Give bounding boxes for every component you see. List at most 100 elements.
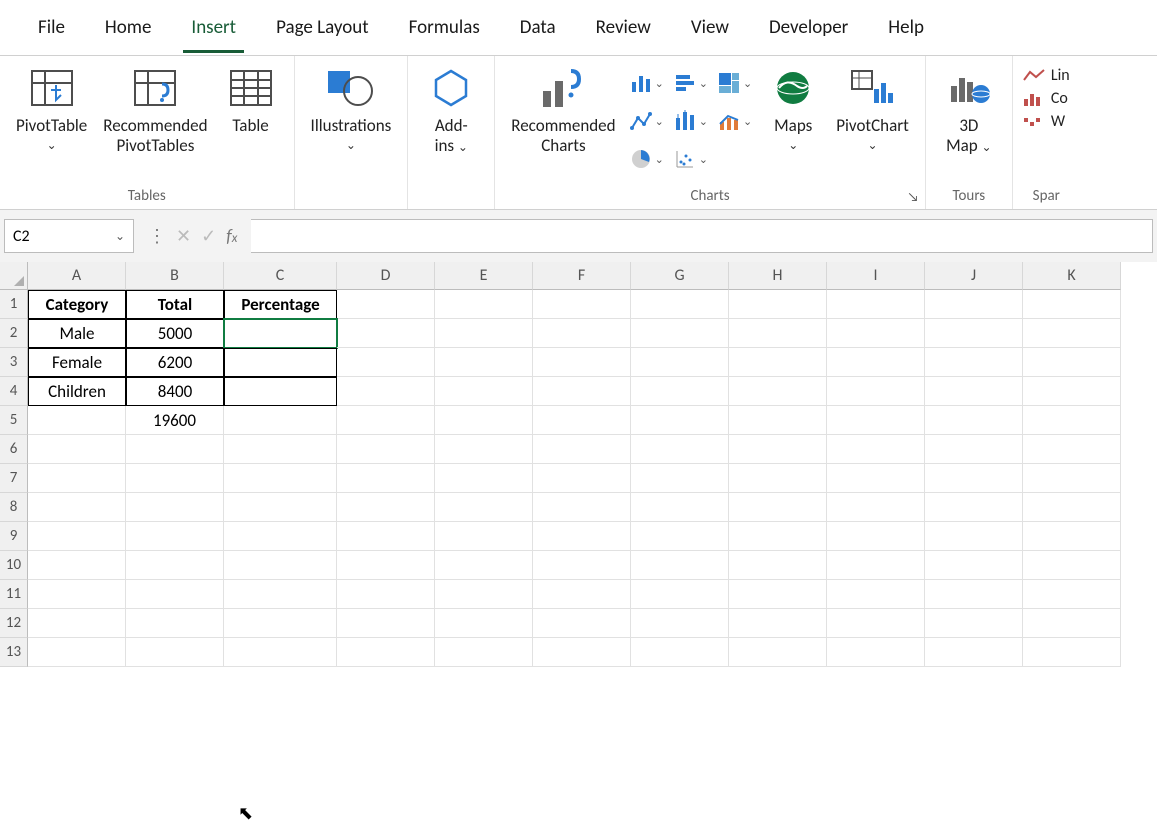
- select-all-corner[interactable]: [0, 262, 28, 290]
- cell[interactable]: [827, 609, 925, 638]
- cell[interactable]: [533, 377, 631, 406]
- tab-page-layout[interactable]: Page Layout: [256, 2, 389, 53]
- cell[interactable]: [435, 580, 533, 609]
- chevron-down-icon[interactable]: ⌄: [115, 229, 125, 244]
- cell[interactable]: [925, 290, 1023, 319]
- table-button[interactable]: Table: [216, 62, 286, 185]
- row-header[interactable]: 11: [0, 580, 28, 609]
- sparkline-column-button[interactable]: Co: [1023, 89, 1070, 108]
- cell[interactable]: [224, 406, 337, 435]
- cell[interactable]: [631, 319, 729, 348]
- cell[interactable]: [533, 580, 631, 609]
- cell[interactable]: [126, 522, 224, 551]
- cell[interactable]: [827, 551, 925, 580]
- cell[interactable]: [337, 609, 435, 638]
- cell[interactable]: [1023, 493, 1121, 522]
- cell[interactable]: [126, 638, 224, 667]
- cell[interactable]: [1023, 551, 1121, 580]
- cell[interactable]: 6200: [126, 348, 224, 377]
- cell[interactable]: [337, 464, 435, 493]
- col-header-k[interactable]: K: [1023, 262, 1121, 290]
- tab-formulas[interactable]: Formulas: [389, 2, 500, 53]
- cell[interactable]: [337, 406, 435, 435]
- cell[interactable]: [729, 580, 827, 609]
- cell[interactable]: Children: [28, 377, 126, 406]
- maps-button[interactable]: Maps ⌄: [758, 62, 828, 185]
- cell[interactable]: [126, 551, 224, 580]
- tab-view[interactable]: View: [671, 2, 749, 53]
- recommended-charts-button[interactable]: RecommendedCharts: [503, 62, 623, 185]
- cell[interactable]: [533, 522, 631, 551]
- tab-data[interactable]: Data: [500, 2, 576, 53]
- tab-review[interactable]: Review: [576, 2, 671, 53]
- cell[interactable]: [435, 609, 533, 638]
- cell[interactable]: [827, 638, 925, 667]
- cell[interactable]: Total: [126, 290, 224, 319]
- cell[interactable]: [631, 464, 729, 493]
- cell[interactable]: [337, 580, 435, 609]
- cell[interactable]: [28, 522, 126, 551]
- sparkline-winloss-button[interactable]: W: [1023, 112, 1070, 131]
- cell[interactable]: [631, 580, 729, 609]
- cell[interactable]: [827, 406, 925, 435]
- cell[interactable]: Female: [28, 348, 126, 377]
- cancel-icon[interactable]: ✕: [176, 225, 191, 247]
- row-header[interactable]: 12: [0, 609, 28, 638]
- cell[interactable]: Percentage: [224, 290, 337, 319]
- cell[interactable]: [533, 406, 631, 435]
- cell[interactable]: [1023, 319, 1121, 348]
- combo-chart-button[interactable]: ⌄: [718, 104, 752, 138]
- tab-developer[interactable]: Developer: [749, 2, 868, 53]
- cell[interactable]: [126, 493, 224, 522]
- row-header[interactable]: 4: [0, 377, 28, 406]
- col-header-a[interactable]: A: [28, 262, 126, 290]
- cell[interactable]: 19600: [126, 406, 224, 435]
- row-header[interactable]: 8: [0, 493, 28, 522]
- cell[interactable]: Male: [28, 319, 126, 348]
- cell[interactable]: [126, 435, 224, 464]
- cell[interactable]: [729, 435, 827, 464]
- statistic-chart-button[interactable]: ⌄: [674, 104, 708, 138]
- cell[interactable]: [337, 551, 435, 580]
- addins-button[interactable]: Add-ins ⌄: [416, 62, 486, 185]
- cell[interactable]: [1023, 638, 1121, 667]
- cell[interactable]: [224, 551, 337, 580]
- cell[interactable]: [337, 435, 435, 464]
- cell[interactable]: [126, 609, 224, 638]
- cell[interactable]: [224, 377, 337, 406]
- recommended-pivottables-button[interactable]: RecommendedPivotTables: [95, 62, 215, 185]
- cell[interactable]: [533, 464, 631, 493]
- cell[interactable]: [1023, 464, 1121, 493]
- cell[interactable]: [729, 609, 827, 638]
- cell[interactable]: [337, 493, 435, 522]
- cell[interactable]: [126, 580, 224, 609]
- cell[interactable]: [1023, 435, 1121, 464]
- cell[interactable]: [631, 638, 729, 667]
- cell[interactable]: [925, 609, 1023, 638]
- cell[interactable]: [224, 348, 337, 377]
- cell[interactable]: [435, 348, 533, 377]
- row-header[interactable]: 1: [0, 290, 28, 319]
- col-header-e[interactable]: E: [435, 262, 533, 290]
- tab-home[interactable]: Home: [85, 2, 172, 53]
- cell[interactable]: [533, 638, 631, 667]
- cell[interactable]: [533, 290, 631, 319]
- cell[interactable]: [631, 406, 729, 435]
- cell[interactable]: [631, 609, 729, 638]
- cell[interactable]: [827, 290, 925, 319]
- col-header-b[interactable]: B: [126, 262, 224, 290]
- cell[interactable]: [729, 319, 827, 348]
- cell[interactable]: [224, 319, 337, 348]
- cell[interactable]: [533, 319, 631, 348]
- cell[interactable]: [435, 464, 533, 493]
- col-header-g[interactable]: G: [631, 262, 729, 290]
- cell[interactable]: [631, 493, 729, 522]
- cell[interactable]: [28, 493, 126, 522]
- cell[interactable]: [827, 377, 925, 406]
- cell[interactable]: [28, 435, 126, 464]
- cell[interactable]: [1023, 406, 1121, 435]
- cell[interactable]: 5000: [126, 319, 224, 348]
- cell[interactable]: [533, 435, 631, 464]
- cell[interactable]: [435, 638, 533, 667]
- cell[interactable]: [925, 406, 1023, 435]
